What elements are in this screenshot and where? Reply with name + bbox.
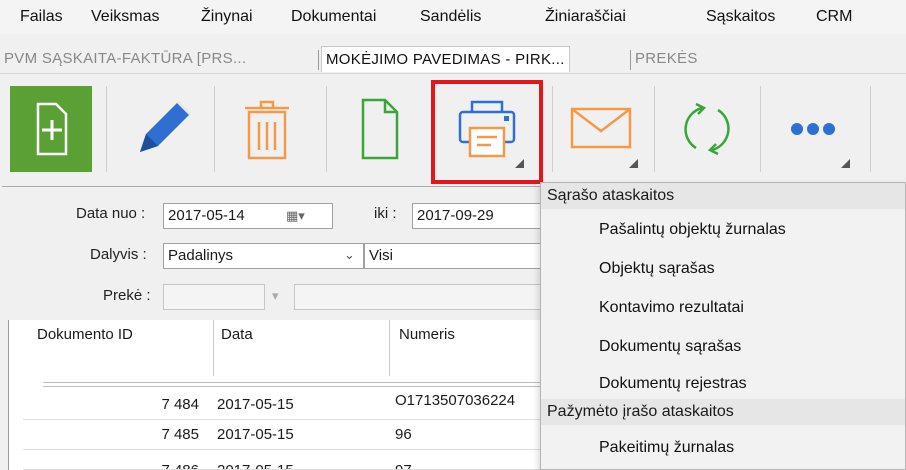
- dropdown-corner-icon: [629, 159, 638, 168]
- delete-button[interactable]: [226, 86, 308, 172]
- menu-section-header: Pažymėto įrašo ataskaitos: [541, 399, 905, 425]
- menu-item-dokumentu-rejestras[interactable]: Dokumentų rejestras: [599, 375, 747, 393]
- calendar-dropdown-icon[interactable]: ▦▾: [286, 208, 305, 224]
- column-dokumento-id[interactable]: Dokumento ID: [37, 326, 133, 343]
- column-data[interactable]: Data: [221, 326, 253, 343]
- tab-divider: [318, 50, 319, 70]
- refresh-icon: [684, 102, 730, 156]
- dropdown-corner-icon: [841, 159, 850, 168]
- email-button[interactable]: [560, 86, 642, 172]
- menu-item-kontavimo-rezultatai[interactable]: Kontavimo rezultatai: [599, 299, 744, 317]
- menu-saskaitos[interactable]: Sąskaitos: [706, 8, 775, 26]
- menu-item-dokumentu-sarasas[interactable]: Dokumentų sąrašas: [599, 338, 741, 356]
- document-icon: [361, 98, 399, 160]
- print-reports-menu: Sąrašo ataskaitos Pašalintų objektų žurn…: [540, 182, 906, 470]
- plus-document-icon: [10, 86, 92, 172]
- date-from-label: Data nuo :: [76, 205, 146, 222]
- column-numeris[interactable]: Numeris: [399, 326, 455, 343]
- pencil-icon: [140, 100, 192, 152]
- menu-failas[interactable]: Failas: [20, 8, 63, 26]
- documents-grid: Dokumento ID Data Numeris 7 484 2017-05-…: [8, 320, 549, 470]
- new-button[interactable]: [10, 86, 92, 172]
- tab-prekes[interactable]: PREKĖS: [635, 46, 698, 72]
- preke-code-field[interactable]: [163, 284, 265, 310]
- grid-filter-divider: [43, 386, 549, 387]
- chevron-down-icon: ⌄: [344, 247, 355, 262]
- menu-section-header: Sąrašo ataskaitos: [541, 183, 905, 209]
- menu-zinynai[interactable]: Žinynai: [201, 8, 253, 26]
- refresh-button[interactable]: [666, 86, 748, 172]
- menu-crm[interactable]: CRM: [816, 8, 852, 26]
- more-button[interactable]: [772, 86, 854, 172]
- table-row[interactable]: 7 486 2017-05-15 97: [23, 450, 549, 470]
- date-to-label: iki :: [374, 205, 397, 222]
- menu-item-pakeitimu-zurnalas[interactable]: Pakeitimų žurnalas: [599, 439, 734, 457]
- tab-pvm-saskaita[interactable]: PVM SĄSKAITA-FAKTŪRA [PRS...: [4, 46, 246, 72]
- trash-icon: [245, 100, 289, 160]
- chevron-down-icon: ▾: [272, 288, 279, 303]
- menu-veiksmas[interactable]: Veiksmas: [91, 8, 159, 26]
- table-row[interactable]: 7 484 2017-05-15 O1713507036224: [23, 390, 549, 420]
- preke-label: Prekė :: [103, 287, 151, 304]
- date-to-field[interactable]: 2017-09-29: [412, 203, 544, 229]
- preke-name-field[interactable]: [294, 284, 544, 310]
- edit-button[interactable]: [120, 86, 202, 172]
- grid-header: Dokumento ID Data Numeris: [23, 320, 549, 376]
- tab-mokejimo-pavedimas[interactable]: MOKĖJIMO PAVEDIMAS - PIRK...: [321, 46, 570, 72]
- menu-dokumentai[interactable]: Dokumentai: [291, 8, 376, 26]
- visi-select[interactable]: Visi: [364, 243, 544, 269]
- menu-item-pasalintu-objektu-zurnalas[interactable]: Pašalintų objektų žurnalas: [599, 221, 786, 239]
- tab-bar: PVM SĄSKAITA-FAKTŪRA [PRS... MOKĖJIMO PA…: [0, 42, 906, 74]
- envelope-icon: [570, 107, 632, 149]
- table-row[interactable]: 7 485 2017-05-15 96: [23, 420, 549, 450]
- dalyvis-label: Dalyvis :: [90, 246, 147, 263]
- grid-filter-divider: [43, 382, 549, 383]
- ellipsis-icon: [791, 123, 835, 135]
- print-button-highlight: [431, 80, 543, 184]
- tab-divider: [630, 50, 631, 70]
- date-from-field[interactable]: 2017-05-14 ▦▾: [163, 203, 333, 229]
- menu-sandelis[interactable]: Sandėlis: [420, 8, 481, 26]
- menu-bar: Failas Veiksmas Žinynai Dokumentai Sandė…: [0, 0, 906, 34]
- copy-button[interactable]: [338, 86, 420, 172]
- dalyvis-select[interactable]: Padalinys ⌄: [163, 243, 364, 269]
- menu-ziniarasciai[interactable]: Žiniaraščiai: [545, 8, 626, 26]
- menu-item-objektu-sarasas[interactable]: Objektų sąrašas: [599, 260, 715, 278]
